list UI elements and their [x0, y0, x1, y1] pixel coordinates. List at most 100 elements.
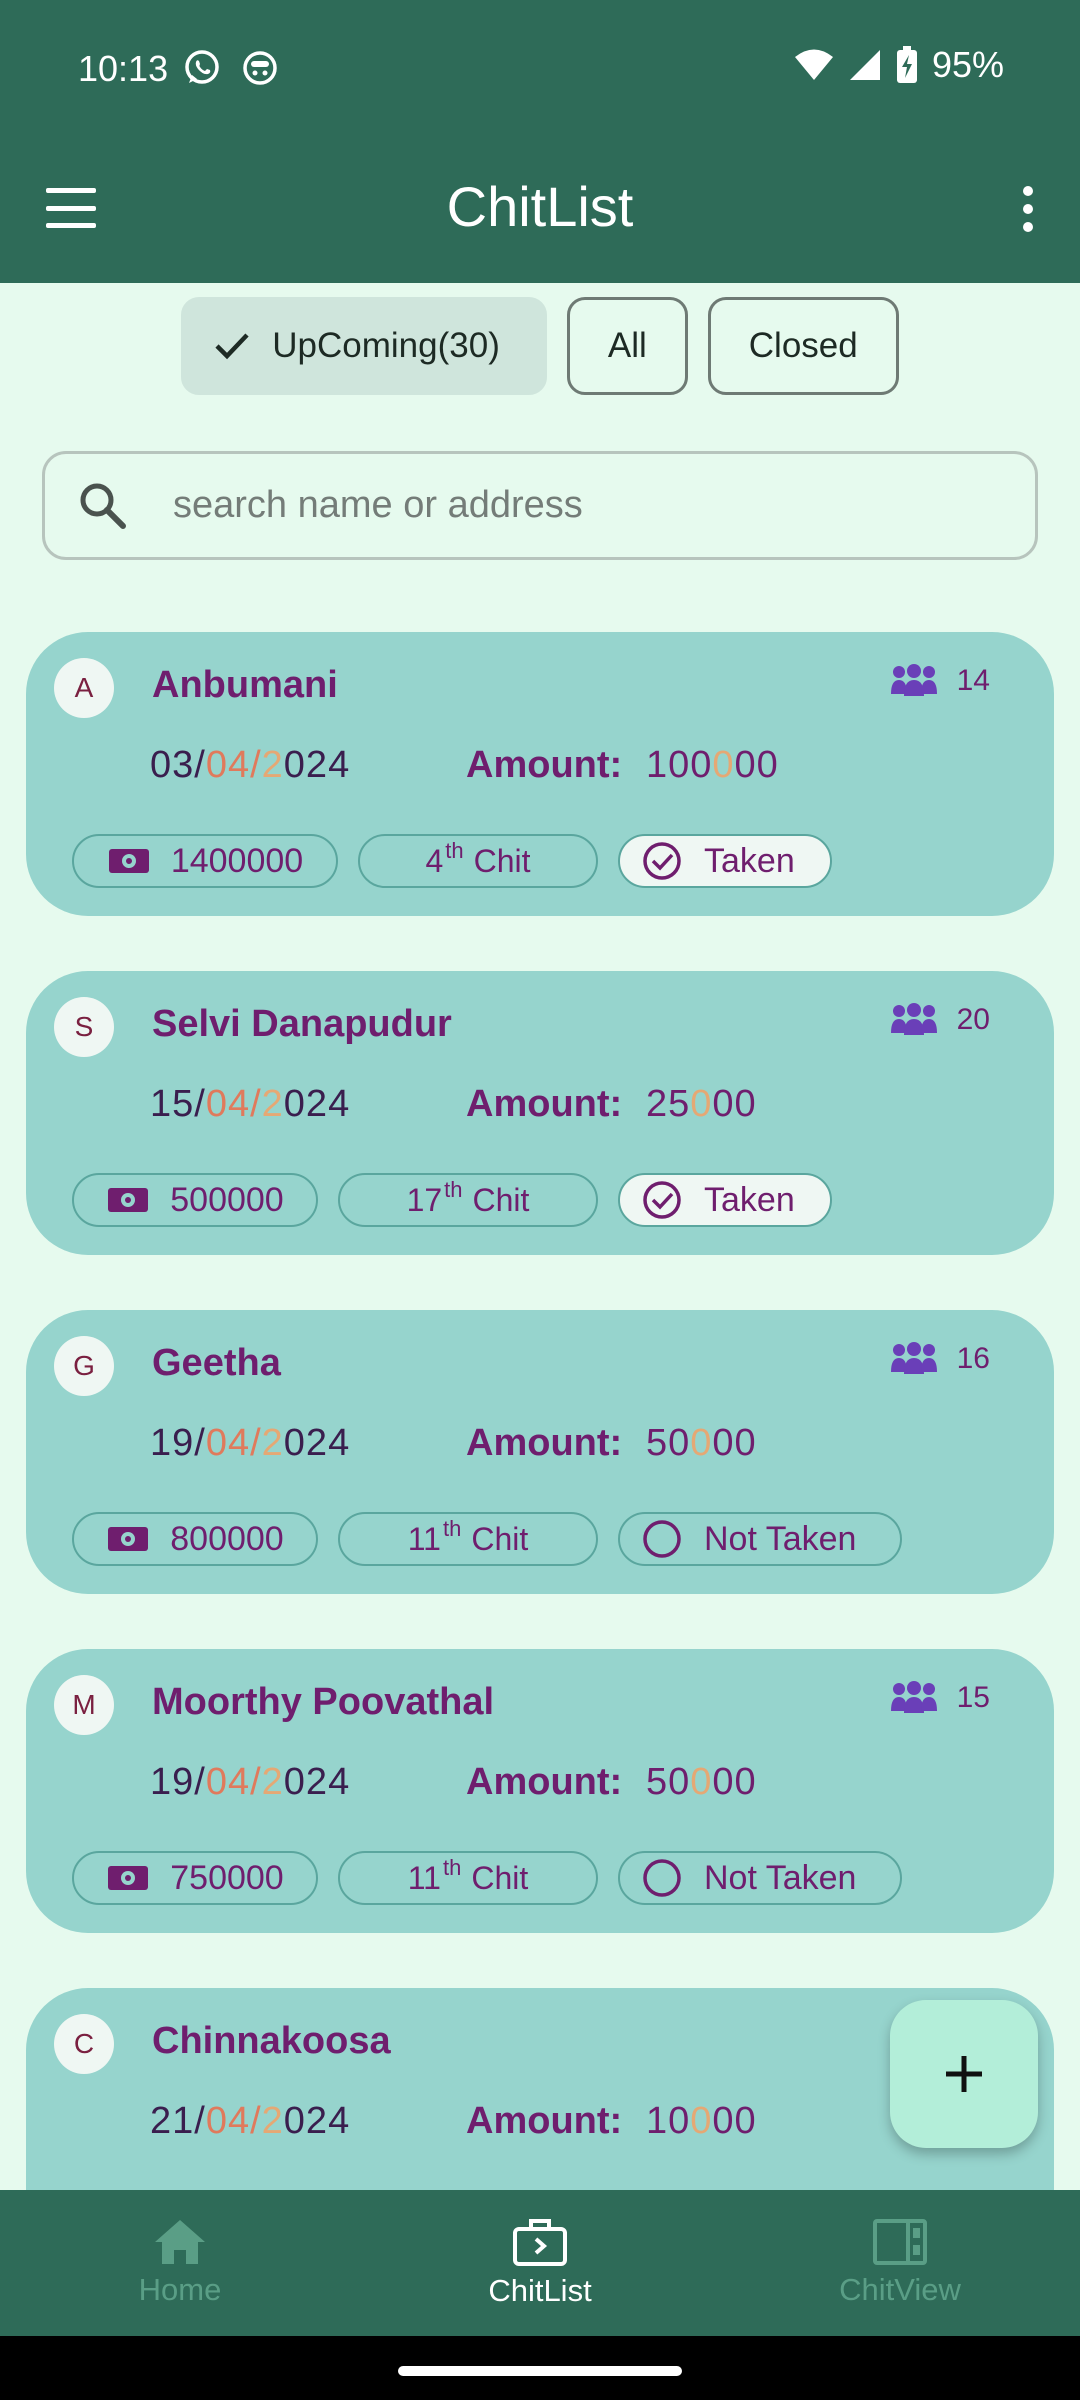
member-name: Geetha	[152, 1342, 281, 1384]
money-icon	[108, 1188, 149, 1212]
check-circle-icon	[643, 1181, 681, 1219]
status-pill: Taken	[618, 1173, 832, 1227]
chit-card[interactable]: A Anbumani 14 03/04/2024 Amount: 100000 …	[26, 632, 1054, 916]
filter-all-label: All	[607, 326, 647, 365]
search-icon	[73, 476, 133, 536]
avatar: G	[54, 1336, 114, 1396]
chit-date: 03/04/2024	[150, 744, 351, 786]
status-label: Not Taken	[704, 1519, 857, 1558]
battery-percent: 95%	[931, 44, 1004, 85]
status-pill: Not Taken	[618, 1512, 902, 1566]
nav-chitlist-label: ChitList	[488, 2273, 592, 2308]
member-count-value: 16	[956, 1342, 990, 1375]
nav-chitview[interactable]: ChitView	[720, 2190, 1080, 2336]
member-count-value: 20	[956, 1003, 990, 1036]
chit-card[interactable]: G Geetha 16 19/04/2024 Amount: 50000 800…	[26, 1310, 1054, 1594]
group-icon	[890, 1681, 937, 1713]
signal-icon	[849, 50, 880, 80]
filter-upcoming-label: UpComing(30)	[272, 326, 500, 365]
group-icon	[890, 664, 937, 696]
filter-closed-label: Closed	[748, 326, 858, 365]
member-count-value: 14	[956, 664, 990, 697]
amount-value: 50000	[646, 1761, 757, 1803]
member-name: Chinnakoosa	[152, 2020, 391, 2062]
status-time: 10:13	[78, 48, 169, 89]
amount-label: Amount:	[466, 1083, 623, 1125]
member-count: 15	[889, 1681, 990, 1715]
status-pill: Taken	[618, 834, 832, 888]
amount-value: 50000	[646, 1422, 757, 1464]
money-icon	[108, 849, 149, 873]
empty-circle-icon	[643, 1520, 681, 1558]
chit-date: 19/04/2024	[150, 1422, 351, 1464]
filter-chips: UpComing(30) All Closed	[0, 297, 1080, 395]
group-icon	[890, 1342, 937, 1374]
whatsapp-icon	[185, 50, 219, 84]
chit-number-pill: 4th Chit	[358, 834, 598, 888]
chit-card[interactable]: S Selvi Danapudur 20 15/04/2024 Amount: …	[26, 971, 1054, 1255]
amount-label: Amount:	[466, 1422, 623, 1464]
chit-date: 21/04/2024	[150, 2100, 351, 2142]
app-bar: ChitList	[0, 130, 1080, 283]
status-pill: Not Taken	[618, 1851, 902, 1905]
group-icon	[890, 1003, 937, 1035]
amount-value: 100000	[646, 744, 779, 786]
money-icon	[108, 1866, 149, 1890]
avatar: A	[54, 658, 114, 718]
add-chit-button[interactable]	[890, 2000, 1038, 2148]
app-notification-icon	[243, 51, 277, 85]
more-options-icon[interactable]	[1022, 186, 1034, 232]
home-icon	[155, 2220, 205, 2264]
page-title: ChitList	[446, 175, 634, 238]
status-label: Not Taken	[704, 1858, 857, 1897]
chit-card[interactable]: M Moorthy Poovathal 15 19/04/2024 Amount…	[26, 1649, 1054, 1933]
amount-label: Amount:	[466, 1761, 623, 1803]
nav-home-label: Home	[138, 2272, 222, 2307]
nav-chitlist[interactable]: ChitList	[360, 2190, 720, 2336]
filter-closed-chip[interactable]: Closed	[707, 297, 899, 395]
member-count: 20	[889, 1003, 990, 1037]
system-gesture-bar	[0, 2336, 1080, 2400]
total-amount: 1400000	[170, 841, 304, 880]
search-input[interactable]	[173, 484, 973, 527]
gesture-handle[interactable]	[398, 2366, 682, 2376]
amount-label: Amount:	[466, 2100, 623, 2142]
amount-value: 10000	[646, 2100, 757, 2142]
view-icon	[873, 2219, 927, 2265]
amount-value: 25000	[646, 1083, 757, 1125]
check-icon	[215, 333, 249, 360]
chit-number-pill: 17th Chit	[338, 1173, 598, 1227]
avatar: C	[54, 2014, 114, 2074]
empty-circle-icon	[643, 1859, 681, 1897]
plus-icon	[946, 2056, 982, 2092]
total-amount-pill: 1400000	[72, 834, 338, 888]
amount-label: Amount:	[466, 744, 623, 786]
nav-chitview-label: ChitView	[839, 2272, 961, 2307]
status-label: Taken	[704, 1180, 795, 1219]
avatar: S	[54, 997, 114, 1057]
wifi-icon	[794, 49, 833, 80]
member-name: Selvi Danapudur	[152, 1003, 452, 1045]
total-amount-pill: 500000	[72, 1173, 318, 1227]
avatar: M	[54, 1675, 114, 1735]
money-icon	[108, 1527, 149, 1551]
search-box	[42, 451, 1038, 560]
total-amount: 500000	[170, 1180, 284, 1219]
total-amount-pill: 800000	[72, 1512, 318, 1566]
member-name: Anbumani	[152, 664, 338, 706]
chit-number-pill: 11th Chit	[338, 1512, 598, 1566]
check-circle-icon	[643, 842, 681, 880]
nav-home[interactable]: Home	[0, 2190, 360, 2336]
notification-icons	[182, 48, 280, 88]
battery-charging-icon	[896, 46, 917, 83]
bottom-navigation: Home ChitList ChitView	[0, 2190, 1080, 2336]
filter-all-chip[interactable]: All	[566, 297, 688, 395]
member-count-value: 15	[956, 1681, 990, 1714]
briefcase-icon	[513, 2219, 567, 2266]
filter-upcoming-chip[interactable]: UpComing(30)	[181, 297, 547, 395]
chit-number-pill: 11th Chit	[338, 1851, 598, 1905]
member-count: 14	[889, 664, 990, 698]
member-name: Moorthy Poovathal	[152, 1681, 495, 1723]
status-label: Taken	[704, 841, 795, 880]
status-bar: 10:13 95%	[0, 0, 1080, 130]
